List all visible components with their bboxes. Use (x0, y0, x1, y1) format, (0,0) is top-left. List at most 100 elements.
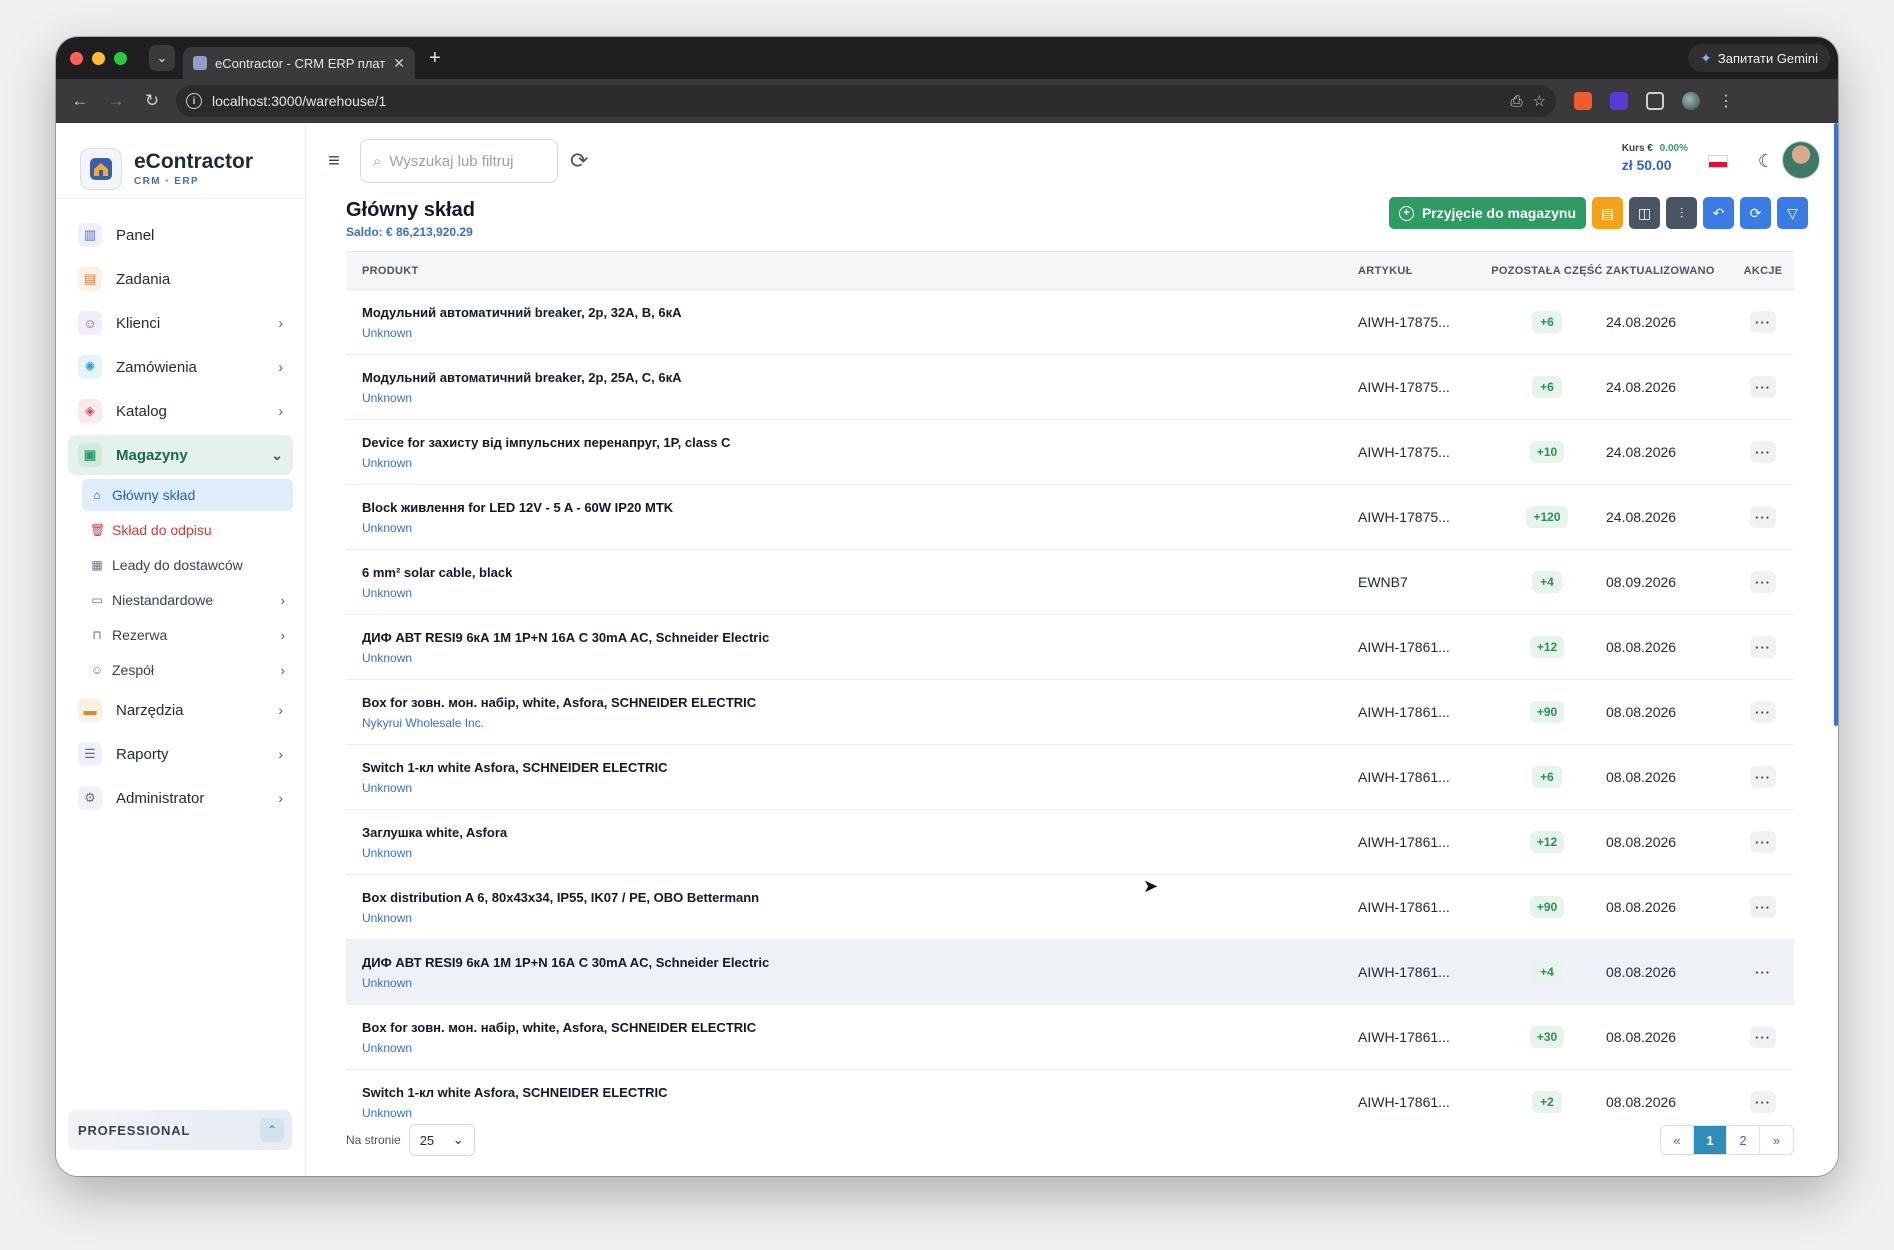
product-name[interactable]: Модульний автоматичний breaker, 2р, 25А,… (362, 370, 1358, 385)
more-actions-icon[interactable]: ··· (1750, 1091, 1776, 1113)
undo-button[interactable]: ↶ (1703, 197, 1734, 229)
omnibox[interactable]: i localhost:3000/warehouse/1 ⎙ ☆ (176, 85, 1556, 117)
page-1-button[interactable]: 1 (1694, 1126, 1727, 1154)
supplier-link[interactable]: Unknown (362, 456, 1358, 470)
gemini-button[interactable]: ✦ Запитати Gemini (1688, 44, 1830, 72)
more-actions-icon[interactable]: ··· (1750, 831, 1776, 853)
page-2-button[interactable]: 2 (1727, 1126, 1760, 1154)
more-actions-icon[interactable]: ··· (1750, 766, 1776, 788)
product-name[interactable]: Device for захисту від імпульсних перена… (362, 435, 1358, 450)
install-app-icon[interactable]: ⎙ (1511, 93, 1523, 110)
sync-icon[interactable]: ⟳ (570, 148, 588, 174)
supplier-link[interactable]: Unknown (362, 911, 1358, 925)
search-input[interactable]: ⌕ Wyszukaj lub filtruj (360, 139, 558, 183)
more-actions-icon[interactable]: ··· (1750, 376, 1776, 398)
forward-arrow-icon[interactable]: → (98, 91, 134, 111)
table-row[interactable]: Модульний автоматичний breaker, 2р, 32А,… (346, 290, 1794, 355)
product-name[interactable]: Switch 1-кл white Asfora, SCHNEIDER ELEC… (362, 760, 1358, 775)
close-tab-icon[interactable]: ✕ (393, 55, 405, 72)
moon-icon[interactable]: ☾ (1758, 151, 1774, 172)
stock-receipt-button[interactable]: + Przyjęcie do magazynu (1388, 197, 1586, 229)
url-text[interactable]: localhost:3000/warehouse/1 (212, 93, 386, 109)
column-header-product[interactable]: PRODUKT (346, 251, 1358, 290)
sidebar-item-magazyny[interactable]: ▣ Magazyny ⌄ (68, 435, 293, 475)
supplier-link[interactable]: Unknown (362, 391, 1358, 405)
supplier-link[interactable]: Unknown (362, 651, 1358, 665)
more-actions-icon[interactable]: ··· (1750, 701, 1776, 723)
profile-avatar-icon[interactable] (1682, 92, 1700, 110)
product-name[interactable]: Заглушка white, Asfora (362, 825, 1358, 840)
maximize-window-button[interactable] (114, 51, 127, 65)
back-arrow-icon[interactable]: ← (62, 91, 98, 111)
per-page-select[interactable]: 25 ⌄ (408, 1124, 475, 1156)
table-row[interactable]: Box for зовн. мон. набір, white, Asfora,… (346, 680, 1794, 745)
more-actions-icon[interactable]: ··· (1750, 1026, 1776, 1048)
chevron-up-icon[interactable]: ⌃ (260, 1118, 284, 1142)
browser-tab[interactable]: eContractor - CRM ERP плат ✕ (183, 47, 415, 79)
next-page-button[interactable]: » (1760, 1126, 1793, 1154)
filter-button[interactable]: ▽ (1777, 197, 1808, 229)
product-name[interactable]: ДИФ АВТ RESI9 6кА 1М 1Р+N 16А С 30mA AC,… (362, 955, 1358, 970)
refresh-button[interactable]: ⟳ (1740, 197, 1771, 229)
product-name[interactable]: Box for зовн. мон. набір, white, Asfora,… (362, 1020, 1358, 1035)
site-info-icon[interactable]: i (186, 93, 202, 109)
more-actions-icon[interactable]: ··· (1750, 896, 1776, 918)
page-scrollbar[interactable] (1834, 123, 1838, 726)
sidebar-subitem-sklad-do-odpisu[interactable]: 🗑 Skład do odpisu (82, 514, 293, 546)
supplier-link[interactable]: Unknown (362, 846, 1358, 860)
table-row[interactable]: Заглушка white, Asfora Unknown AIWH-17861.… (346, 810, 1794, 875)
sidebar-subitem-leady[interactable]: ▦ Leady do dostawców (82, 549, 293, 581)
sidebar-subitem-glowny-sklad[interactable]: ⌂ Główny skład (82, 479, 293, 511)
browser-menu-icon[interactable]: ⋮ (1718, 91, 1734, 111)
adjust-button[interactable]: ⫶ (1666, 197, 1697, 229)
reload-icon[interactable]: ↻ (134, 91, 170, 111)
sidebar-subitem-rezerwa[interactable]: ⊓ Rezerwa › (82, 619, 293, 651)
more-actions-icon[interactable]: ··· (1750, 506, 1776, 528)
sidebar-item-raporty[interactable]: ☰ Raporty › (68, 734, 293, 774)
product-name[interactable]: ДИФ АВТ RESI9 6кА 1М 1Р+N 16А С 30mA AC,… (362, 630, 1358, 645)
hamburger-menu-icon[interactable]: ≡ (322, 150, 346, 173)
product-name[interactable]: Switch 1-кл white Asfora, SCHNEIDER ELEC… (362, 1085, 1358, 1100)
more-actions-icon[interactable]: ··· (1750, 311, 1776, 333)
table-row[interactable]: Block живлення for LED 12V - 5 A - 60W I… (346, 485, 1794, 550)
column-header-remaining[interactable]: POZOSTAŁA CZĘŚĆ (1488, 251, 1606, 290)
product-name[interactable]: Модульний автоматичний breaker, 2р, 32А,… (362, 305, 1358, 320)
sidebar-subitem-niestandardowe[interactable]: ▭ Niestandardowe › (82, 584, 293, 616)
product-name[interactable]: Box distribution A 6, 80x43x34, IP55, IK… (362, 890, 1358, 905)
sidebar-item-klienci[interactable]: ☺ Klienci › (68, 303, 293, 343)
more-actions-icon[interactable]: ··· (1750, 636, 1776, 658)
document-button[interactable]: ▤ (1592, 197, 1623, 229)
supplier-link[interactable]: Unknown (362, 326, 1358, 340)
close-window-button[interactable] (70, 51, 83, 65)
table-row[interactable]: ДИФ АВТ RESI9 6кА 1М 1Р+N 16А С 30mA AC,… (346, 939, 1794, 1005)
more-actions-icon[interactable]: ··· (1750, 571, 1776, 593)
sidebar-item-zadania[interactable]: ▤ Zadania (68, 259, 293, 299)
brand[interactable]: eContractor CRM • ERP (56, 123, 305, 199)
table-row[interactable]: Box for зовн. мон. набір, white, Asfora,… (346, 1005, 1794, 1070)
more-actions-icon[interactable]: ··· (1750, 961, 1776, 983)
tab-search-button[interactable]: ⌄ (149, 45, 175, 71)
new-tab-button[interactable]: + (429, 47, 441, 70)
column-header-updated[interactable]: ZAKTUALIZOWANO (1606, 251, 1732, 290)
extension-icon[interactable] (1574, 92, 1592, 110)
supplier-link[interactable]: Unknown (362, 781, 1358, 795)
supplier-link[interactable]: Unknown (362, 976, 1358, 990)
supplier-link[interactable]: Nykyrui Wholesale Inc. (362, 716, 1358, 730)
supplier-link[interactable]: Unknown (362, 521, 1358, 535)
avatar[interactable] (1782, 141, 1820, 179)
product-name[interactable]: Block живлення for LED 12V - 5 A - 60W I… (362, 500, 1358, 515)
sidebar-item-administrator[interactable]: ⚙ Administrator › (68, 778, 293, 818)
table-row[interactable]: ДИФ АВТ RESI9 6кА 1М 1Р+N 16А С 30mA AC,… (346, 615, 1794, 680)
more-actions-icon[interactable]: ··· (1750, 441, 1776, 463)
extension-icon[interactable] (1610, 92, 1628, 110)
sidebar-item-panel[interactable]: ▥ Panel (68, 215, 293, 255)
puzzle-extensions-icon[interactable] (1646, 92, 1664, 110)
sidebar-subitem-zespol[interactable]: ☺ Zespół › (82, 654, 293, 686)
sidebar-item-katalog[interactable]: ◈ Katalog › (68, 391, 293, 431)
column-header-article[interactable]: ARTYKUŁ (1358, 251, 1488, 290)
table-row[interactable]: Box distribution A 6, 80x43x34, IP55, IK… (346, 875, 1794, 940)
table-row[interactable]: Switch 1-кл white Asfora, SCHNEIDER ELEC… (346, 745, 1794, 810)
plan-badge[interactable]: PROFESSIONAL ⌃ (68, 1110, 292, 1150)
product-name[interactable]: Box for зовн. мон. набір, white, Asfora,… (362, 695, 1358, 710)
supplier-link[interactable]: Unknown (362, 1041, 1358, 1055)
